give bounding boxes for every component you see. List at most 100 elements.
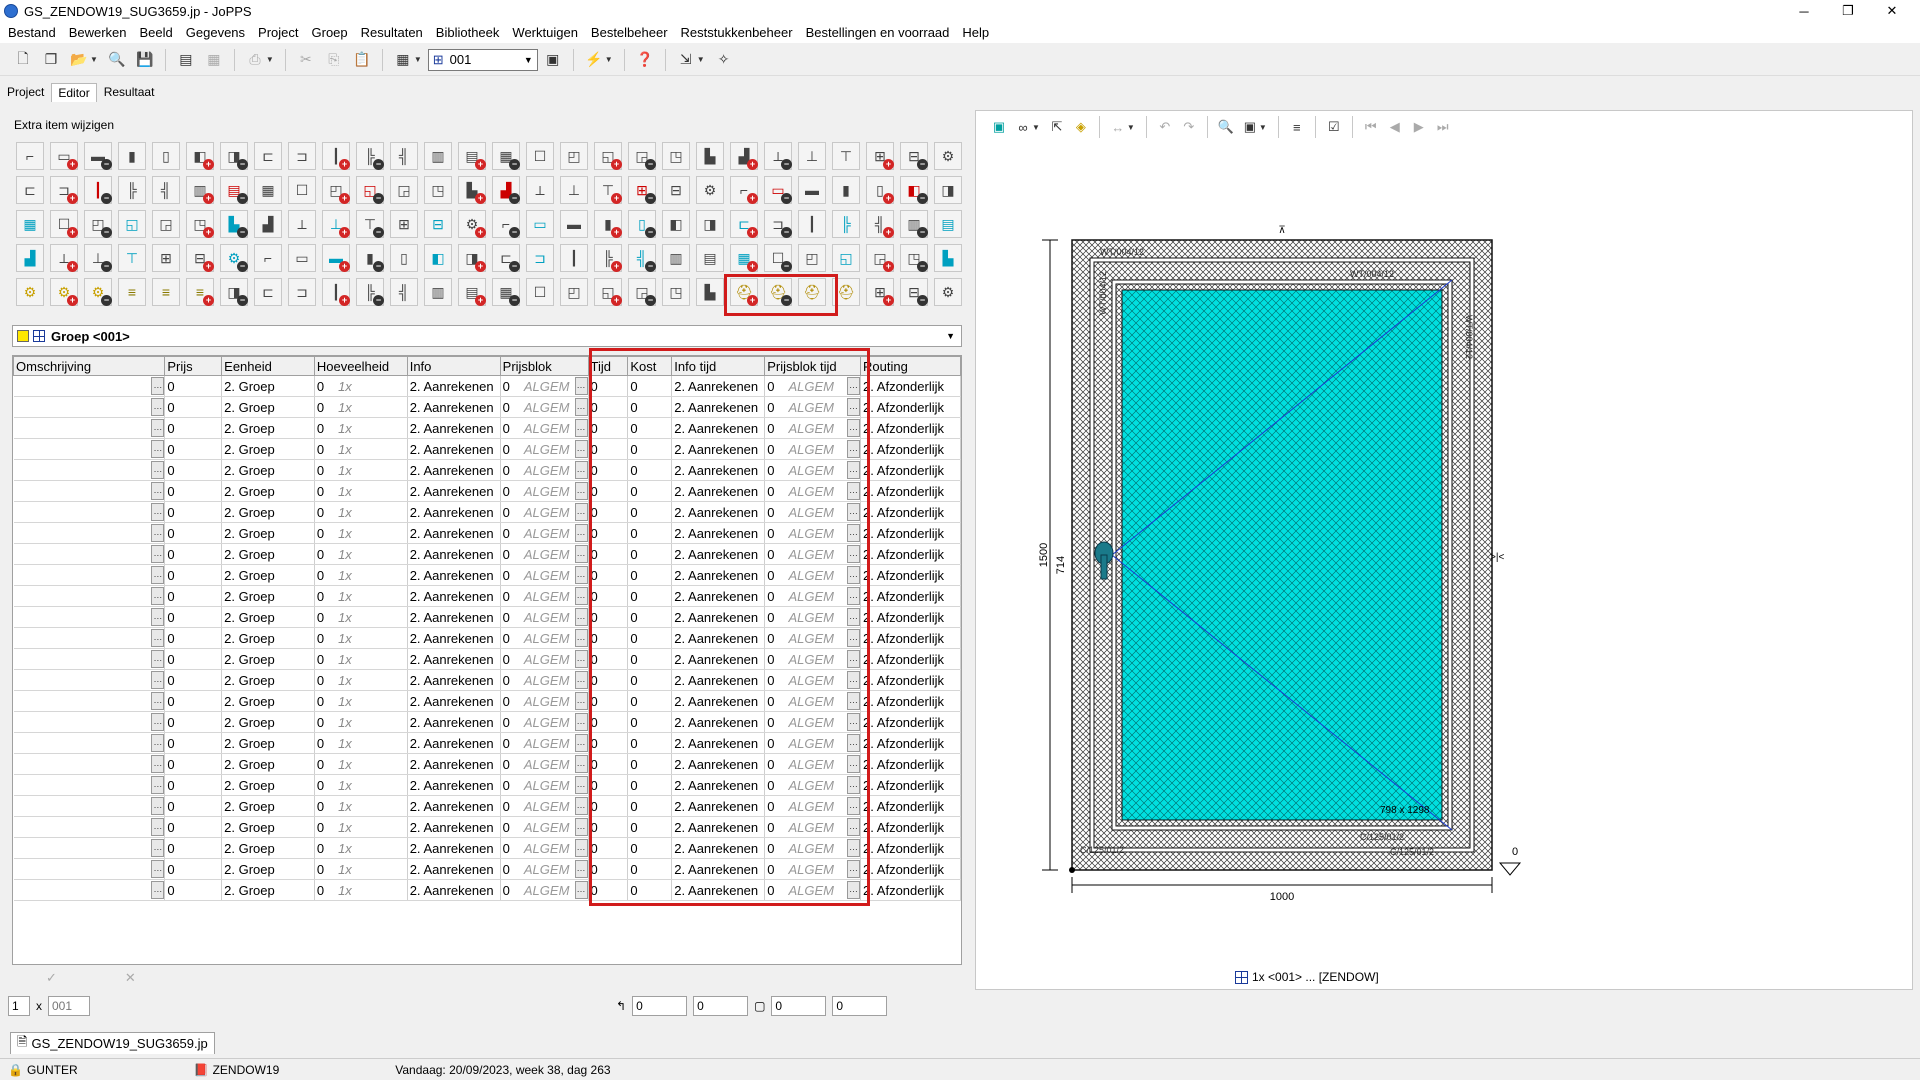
table-cell-hoeveelheid[interactable]: 0 1x — [314, 543, 408, 565]
table-cell-prijsblok_num[interactable]: 0 ALGEM… — [500, 795, 589, 817]
table-cell-hoeveelheid[interactable]: 0 1x — [314, 375, 408, 397]
palette-tool-icon[interactable]: ◨ − — [220, 278, 248, 306]
palette-tool-icon[interactable]: ┃ + — [322, 142, 350, 170]
table-cell-prijs[interactable]: 0 — [164, 858, 223, 880]
palette-tool-icon[interactable]: ╠ — [832, 210, 860, 238]
ellipsis-button[interactable]: … — [574, 671, 588, 689]
table-cell-eenheid[interactable]: 2. Groep — [221, 480, 315, 502]
table-cell-hoeveelheid[interactable]: 0 1x — [314, 522, 408, 544]
table-cell-hoeveelheid[interactable]: 0 1x — [314, 459, 408, 481]
table-cell-hoeveelheid[interactable]: 0 1x — [314, 438, 408, 460]
palette-tool-icon[interactable]: ▯ — [152, 142, 180, 170]
table-cell-info[interactable]: 2. Aanrekenen — [407, 438, 501, 460]
table-cell-routing[interactable]: 2. Afzonderlijk — [860, 375, 961, 397]
table-cell-routing[interactable]: 2. Afzonderlijk — [860, 417, 961, 439]
column-header[interactable]: Hoeveelheid — [313, 356, 408, 376]
palette-tool-icon[interactable]: ◳ — [662, 278, 690, 306]
palette-tool-icon[interactable]: ◨ + — [458, 244, 486, 272]
frame-icon[interactable]: ▣ — [1239, 116, 1261, 138]
palette-tool-icon[interactable]: ◧ − — [900, 176, 928, 204]
table-cell-prijs[interactable]: 0 — [164, 438, 223, 460]
table-cell-routing[interactable]: 2. Afzonderlijk — [860, 585, 961, 607]
table-cell-info[interactable]: 2. Aanrekenen — [407, 480, 501, 502]
palette-tool-icon[interactable]: ⟂ — [288, 210, 316, 238]
menu-item-1[interactable]: Bewerken — [65, 25, 136, 40]
palette-tool-icon[interactable]: ╠ − — [356, 142, 384, 170]
palette-tool-icon[interactable]: ⊐ — [288, 278, 316, 306]
palette-tool-icon[interactable]: ▤ − — [220, 176, 248, 204]
palette-tool-icon[interactable]: ▤ + — [458, 142, 486, 170]
palette-tool-icon[interactable]: ⊥ — [560, 176, 588, 204]
table-cell-routing[interactable]: 2. Afzonderlijk — [860, 690, 961, 712]
table-cell-info[interactable]: 2. Aanrekenen — [407, 795, 501, 817]
table-cell-prijs[interactable]: 0 — [164, 711, 223, 733]
table-cell-prijsblok_num[interactable]: 0 ALGEM… — [500, 816, 589, 838]
ellipsis-button[interactable]: … — [574, 566, 588, 584]
ellipsis-button[interactable]: … — [151, 839, 164, 857]
ellipsis-button[interactable]: … — [151, 545, 164, 563]
table-cell-prijs[interactable]: 0 — [164, 396, 223, 418]
paste-icon[interactable]: 📋 — [349, 48, 375, 72]
table-cell-eenheid[interactable]: 2. Groep — [221, 501, 315, 523]
settings-check-icon[interactable]: ☑ — [1323, 116, 1345, 138]
open-folder-icon[interactable]: 📂 — [66, 48, 92, 72]
table-cell-hoeveelheid[interactable]: 0 1x — [314, 648, 408, 670]
table-cell-hoeveelheid[interactable]: 0 1x — [314, 501, 408, 523]
table-cell-omschrijving[interactable]: … — [13, 774, 166, 796]
magic-wand-icon[interactable]: ✧ — [711, 48, 737, 72]
table-cell-hoeveelheid[interactable]: 0 1x — [314, 690, 408, 712]
ellipsis-button[interactable]: … — [574, 650, 588, 668]
table-cell-routing[interactable]: 2. Afzonderlijk — [860, 858, 961, 880]
palette-tool-icon[interactable]: ▯ − — [628, 210, 656, 238]
palette-tool-icon[interactable]: ▮ — [832, 176, 860, 204]
palette-tool-icon[interactable]: ▥ — [424, 142, 452, 170]
column-header[interactable]: Prijsblok — [499, 356, 589, 376]
palette-tool-icon[interactable]: ╣ — [152, 176, 180, 204]
table-cell-info[interactable]: 2. Aanrekenen — [407, 753, 501, 775]
table-cell-routing[interactable]: 2. Afzonderlijk — [860, 837, 961, 859]
palette-tool-icon[interactable]: ⊟ — [662, 176, 690, 204]
palette-tool-icon[interactable]: ◱ — [832, 244, 860, 272]
palette-tool-icon[interactable]: ⚙ + — [50, 278, 78, 306]
table-cell-hoeveelheid[interactable]: 0 1x — [314, 753, 408, 775]
ellipsis-button[interactable]: … — [151, 650, 164, 668]
menu-item-0[interactable]: Bestand — [4, 25, 65, 40]
table-cell-omschrijving[interactable]: … — [13, 753, 166, 775]
new-icon[interactable]: 🗋 — [10, 48, 36, 72]
ellipsis-button[interactable]: … — [574, 776, 588, 794]
palette-tool-icon[interactable]: ◰ − — [84, 210, 112, 238]
copy-doc-icon[interactable]: ❐ — [38, 48, 64, 72]
table-cell-hoeveelheid[interactable]: 0 1x — [314, 774, 408, 796]
ellipsis-button[interactable]: … — [151, 503, 164, 521]
ellipsis-button[interactable]: … — [574, 860, 588, 878]
confirm-icon[interactable]: ✓ — [46, 970, 57, 986]
table-cell-omschrijving[interactable]: … — [13, 438, 166, 460]
palette-tool-icon[interactable]: ╣ — [390, 142, 418, 170]
palette-tool-icon[interactable]: ▭ — [288, 244, 316, 272]
palette-tool-icon[interactable]: ▙ — [696, 142, 724, 170]
ellipsis-button[interactable]: … — [151, 797, 164, 815]
palette-tool-icon[interactable]: ◳ — [424, 176, 452, 204]
ellipsis-button[interactable]: … — [151, 776, 164, 794]
cancel-icon[interactable]: ✕ — [125, 970, 136, 986]
palette-tool-icon[interactable]: ⟂ − — [764, 142, 792, 170]
palette-tool-icon[interactable]: ≡ — [118, 278, 146, 306]
ellipsis-button[interactable]: … — [574, 608, 588, 626]
palette-tool-icon[interactable]: ▟ − — [492, 176, 520, 204]
table-cell-prijsblok_num[interactable]: 0 ALGEM… — [500, 627, 589, 649]
table-cell-routing[interactable]: 2. Afzonderlijk — [860, 879, 961, 901]
ellipsis-button[interactable]: … — [574, 692, 588, 710]
palette-tool-icon[interactable]: ◰ — [560, 142, 588, 170]
table-cell-prijs[interactable]: 0 — [164, 522, 223, 544]
palette-tool-icon[interactable]: ⌐ − — [492, 210, 520, 238]
table-cell-hoeveelheid[interactable]: 0 1x — [314, 816, 408, 838]
table-cell-prijs[interactable]: 0 — [164, 753, 223, 775]
table-cell-eenheid[interactable]: 2. Groep — [221, 606, 315, 628]
ellipsis-button[interactable]: … — [574, 734, 588, 752]
table-cell-prijsblok_num[interactable]: 0 ALGEM… — [500, 669, 589, 691]
table-cell-omschrijving[interactable]: … — [13, 648, 166, 670]
palette-tool-icon[interactable]: ◨ — [934, 176, 962, 204]
table-cell-hoeveelheid[interactable]: 0 1x — [314, 795, 408, 817]
palette-tool-icon[interactable]: ◳ − — [900, 244, 928, 272]
table-cell-eenheid[interactable]: 2. Groep — [221, 690, 315, 712]
